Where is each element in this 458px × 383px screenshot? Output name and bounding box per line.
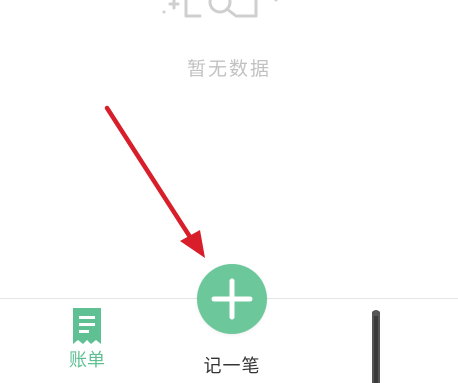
add-record-label[interactable]: 记一笔 xyxy=(182,356,282,378)
plus-icon xyxy=(211,278,253,320)
app-screen: 暂无数据 账单 记一笔 xyxy=(0,0,458,383)
empty-state-message: 暂无数据 xyxy=(186,58,271,80)
empty-data-icon xyxy=(162,0,278,18)
bill-icon xyxy=(73,308,101,344)
add-record-button[interactable] xyxy=(197,264,267,334)
partial-tab-icon[interactable] xyxy=(369,308,383,383)
tab-bills[interactable]: 账单 xyxy=(52,306,122,372)
tab-bills-label: 账单 xyxy=(69,350,105,371)
